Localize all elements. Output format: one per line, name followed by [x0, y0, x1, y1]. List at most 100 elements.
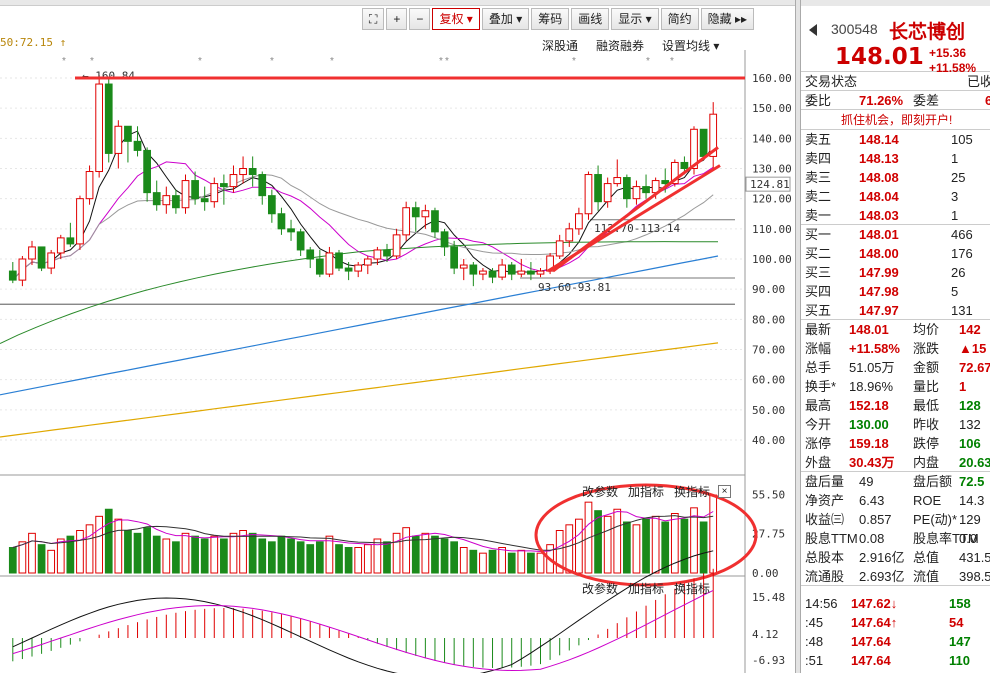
bid-level-row-cell: 147.99 — [859, 265, 899, 280]
ask-level-row: 卖四 148.13 1 — [801, 149, 990, 168]
ask-level-row-cell: 148.04 — [859, 189, 899, 204]
candle-body — [287, 228, 295, 233]
stat-row: 外盘 30.43万 内盘 20.63 — [801, 453, 990, 472]
fundamental-row-cell: 0.08 — [859, 531, 885, 546]
volume-bar — [325, 535, 334, 574]
order-diff-value: 6 — [985, 93, 990, 108]
volume-switch-indicator-link[interactable]: 换指标 — [674, 483, 710, 500]
draw-line-button[interactable]: 画线 — [571, 8, 610, 30]
bid-level-row-cell: 26 — [951, 265, 966, 280]
zoom-in-button[interactable]: + — [386, 8, 408, 30]
display-label: 显示 — [618, 12, 643, 26]
restore-rights-button[interactable]: 复权 ▾ — [432, 8, 480, 30]
macd-edit-params-link[interactable]: 改参数 — [582, 580, 618, 597]
stat-row-cell: 涨停 — [805, 436, 832, 451]
volume-bar — [498, 547, 506, 574]
volume-bar — [440, 538, 449, 574]
volume-bar — [152, 535, 161, 574]
price-axis-label: 160.00 — [752, 72, 792, 85]
macd-add-indicator-link[interactable]: 加指标 — [628, 580, 664, 597]
candle-body — [28, 246, 36, 260]
stat-row-cell: +11.58% — [849, 341, 900, 356]
stat-row-cell: 均价 — [913, 322, 940, 337]
stat-row-cell: 142 — [959, 322, 981, 337]
lock-icon: ⛶ — [369, 12, 378, 26]
lock-button[interactable]: ⛶ — [362, 8, 385, 30]
price-axis-label: 80.00 — [752, 313, 785, 326]
candle-body — [488, 270, 497, 278]
bid-level-row-cell: 买四 — [805, 284, 832, 299]
chart-toolbar: ⛶ + − 复权 ▾ 叠加 ▾ 筹码 画线 显示 ▾ 简约 隐藏 ▸▸ — [362, 8, 755, 30]
simple-button[interactable]: 简约 — [660, 8, 699, 30]
candle-body — [498, 264, 506, 278]
tick-row-cell: 147 — [949, 634, 971, 649]
bid-level-row: 买二 148.00 176 — [801, 244, 990, 263]
zoom-out-button[interactable]: − — [409, 8, 431, 30]
candle-body — [402, 207, 411, 236]
stat-row-cell: 18.96% — [849, 379, 894, 394]
candle-body — [267, 195, 276, 215]
volume-bar — [56, 538, 65, 574]
tick-spacer — [801, 586, 990, 594]
volume-bar — [613, 508, 622, 574]
volume-add-indicator-link[interactable]: 加指标 — [628, 483, 664, 500]
candle-body — [239, 168, 247, 176]
overlay-button[interactable]: 叠加 ▾ — [481, 8, 530, 30]
stat-row: 最新 148.01 均价 142 — [801, 320, 990, 339]
bid-level-row-cell: 466 — [951, 227, 973, 242]
macd-switch-indicator-link[interactable]: 换指标 — [674, 580, 710, 597]
stat-row-cell: 20.63 — [959, 455, 990, 470]
tick-row-cell: :51 — [805, 653, 824, 668]
volume-edit-params-link[interactable]: 改参数 — [582, 483, 618, 500]
stat-row-cell: 最低 — [913, 398, 940, 413]
candle-body — [594, 174, 602, 203]
macd-panel-links: 改参数 加指标 换指标 — [582, 580, 710, 597]
volume-bar — [488, 549, 497, 574]
candle-body — [220, 183, 228, 188]
fundamental-row-cell: 净资产 — [805, 493, 845, 508]
volume-bar — [143, 527, 151, 574]
volume-bar — [229, 532, 238, 574]
volume-bar — [594, 510, 602, 574]
stat-row-cell: 最高 — [805, 398, 832, 413]
tick-row-cell: 110 — [949, 653, 970, 668]
volume-bar — [28, 532, 36, 574]
zone-price-label: 112.70-113.14 — [594, 222, 680, 235]
fundamental-row: 流通股 2.693亿 流值 398.5 — [801, 567, 990, 586]
chart-area[interactable]: 160.00 150.00 140.00 130.00 120.00 110.00 100.… — [0, 50, 795, 673]
stock-code: 300548 — [831, 21, 878, 37]
promo-banner[interactable]: 抓住机会，即刻开户! — [801, 110, 990, 130]
volume-bar — [220, 538, 228, 574]
display-button[interactable]: 显示 ▾ — [611, 8, 659, 30]
fundamental-row-cell: 72.5 — [959, 474, 985, 489]
event-marker-icon: * — [62, 56, 66, 67]
volume-bar — [200, 538, 209, 574]
volume-bar — [8, 547, 17, 574]
volume-bar — [565, 524, 574, 574]
candle-body — [354, 264, 363, 272]
event-marker-icon: * — [646, 56, 650, 67]
event-marker-icon: * — [445, 56, 449, 67]
stat-row: 总手 51.05万 金额 72.67 — [801, 358, 990, 377]
stat-row-cell: 1 — [959, 379, 967, 394]
stat-row: 涨停 159.18 跌停 106 — [801, 434, 990, 453]
volume-close-icon[interactable]: × — [718, 485, 731, 498]
hide-button[interactable]: 隐藏 ▸▸ — [700, 8, 755, 30]
stat-row-cell: 外盘 — [805, 455, 832, 470]
volume-bar — [335, 544, 343, 574]
candle-body — [306, 249, 315, 260]
dropdown-icon: ▾ — [645, 12, 652, 26]
candle-body — [47, 252, 56, 269]
volume-bar — [95, 515, 104, 574]
stat-row: 最高 152.18 最低 128 — [801, 396, 990, 415]
volume-bar — [104, 508, 113, 574]
stat-row-cell: 换手* — [805, 379, 837, 394]
trade-status-row: 交易状态 已收 — [801, 72, 990, 91]
event-marker-icon: * — [572, 56, 576, 67]
candle-body — [210, 183, 219, 203]
prev-stock-arrow-icon[interactable] — [809, 24, 817, 36]
volume-bar — [392, 532, 401, 574]
volume-bar — [661, 521, 670, 574]
ask-level-row-cell: 148.03 — [859, 208, 899, 223]
chips-button[interactable]: 筹码 — [531, 8, 570, 30]
